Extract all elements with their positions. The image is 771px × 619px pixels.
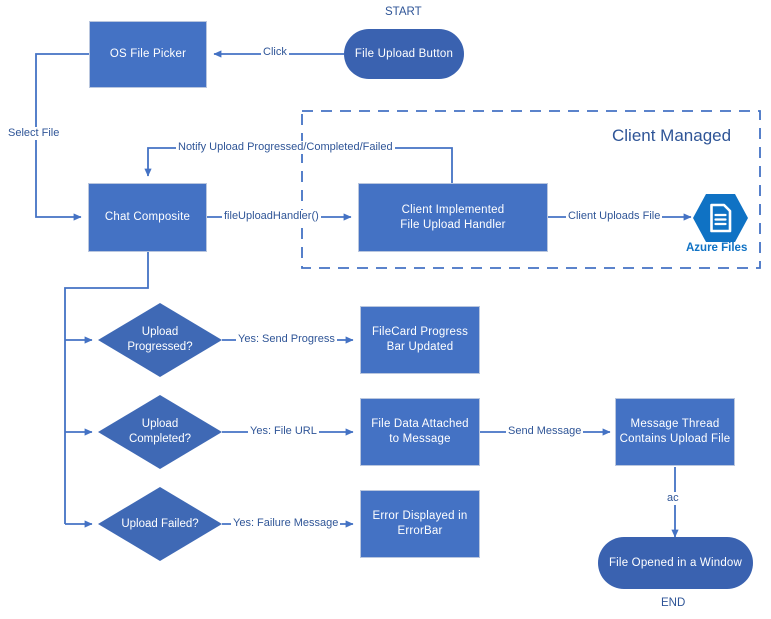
flowchart-canvas: START File Upload Button OS File Picker … bbox=[0, 0, 771, 619]
node-filecard-progress[interactable]: FileCard Progress Bar Updated bbox=[360, 306, 480, 374]
node-os-file-picker[interactable]: OS File Picker bbox=[89, 21, 207, 88]
node-error-displayed[interactable]: Error Displayed in ErrorBar bbox=[360, 490, 480, 558]
edge-composite-bus bbox=[64, 252, 149, 524]
node-upload-progressed[interactable]: Upload Progressed? bbox=[98, 303, 222, 377]
edge-label-open-file: ac bbox=[665, 492, 681, 505]
node-file-upload-button[interactable]: File Upload Button bbox=[344, 29, 464, 79]
node-file-opened[interactable]: File Opened in a Window bbox=[598, 537, 753, 589]
edge-label-client-uploads-file: Client Uploads File bbox=[566, 210, 663, 223]
edge-label-yes-failure-message: Yes: Failure Message bbox=[231, 517, 341, 530]
node-chat-composite[interactable]: Chat Composite bbox=[88, 183, 207, 252]
node-upload-failed[interactable]: Upload Failed? bbox=[98, 487, 222, 561]
node-client-file-upload-handler[interactable]: Client Implemented File Upload Handler bbox=[358, 183, 548, 252]
edge-label-notify-upload: Notify Upload Progressed/Completed/Faile… bbox=[176, 141, 395, 154]
edge-label-yes-send-progress: Yes: Send Progress bbox=[236, 333, 337, 346]
client-managed-group-title: Client Managed bbox=[612, 126, 732, 145]
azure-files-caption: Azure Files bbox=[686, 242, 748, 254]
edge-label-file-upload-handler: fileUploadHandler() bbox=[222, 210, 321, 223]
start-marker: START bbox=[385, 6, 422, 18]
edge-label-select-file: Select File bbox=[6, 127, 62, 140]
edge-label-yes-file-url: Yes: File URL bbox=[248, 425, 319, 438]
azure-files-icon[interactable] bbox=[692, 193, 749, 243]
edge-label-send-message: Send Message bbox=[506, 425, 584, 438]
node-upload-completed[interactable]: Upload Completed? bbox=[98, 395, 222, 469]
node-message-thread[interactable]: Message Thread Contains Upload File bbox=[615, 398, 735, 466]
node-file-data-attached[interactable]: File Data Attached to Message bbox=[360, 398, 480, 466]
end-marker: END bbox=[661, 597, 686, 609]
edge-label-click: Click bbox=[261, 46, 289, 59]
